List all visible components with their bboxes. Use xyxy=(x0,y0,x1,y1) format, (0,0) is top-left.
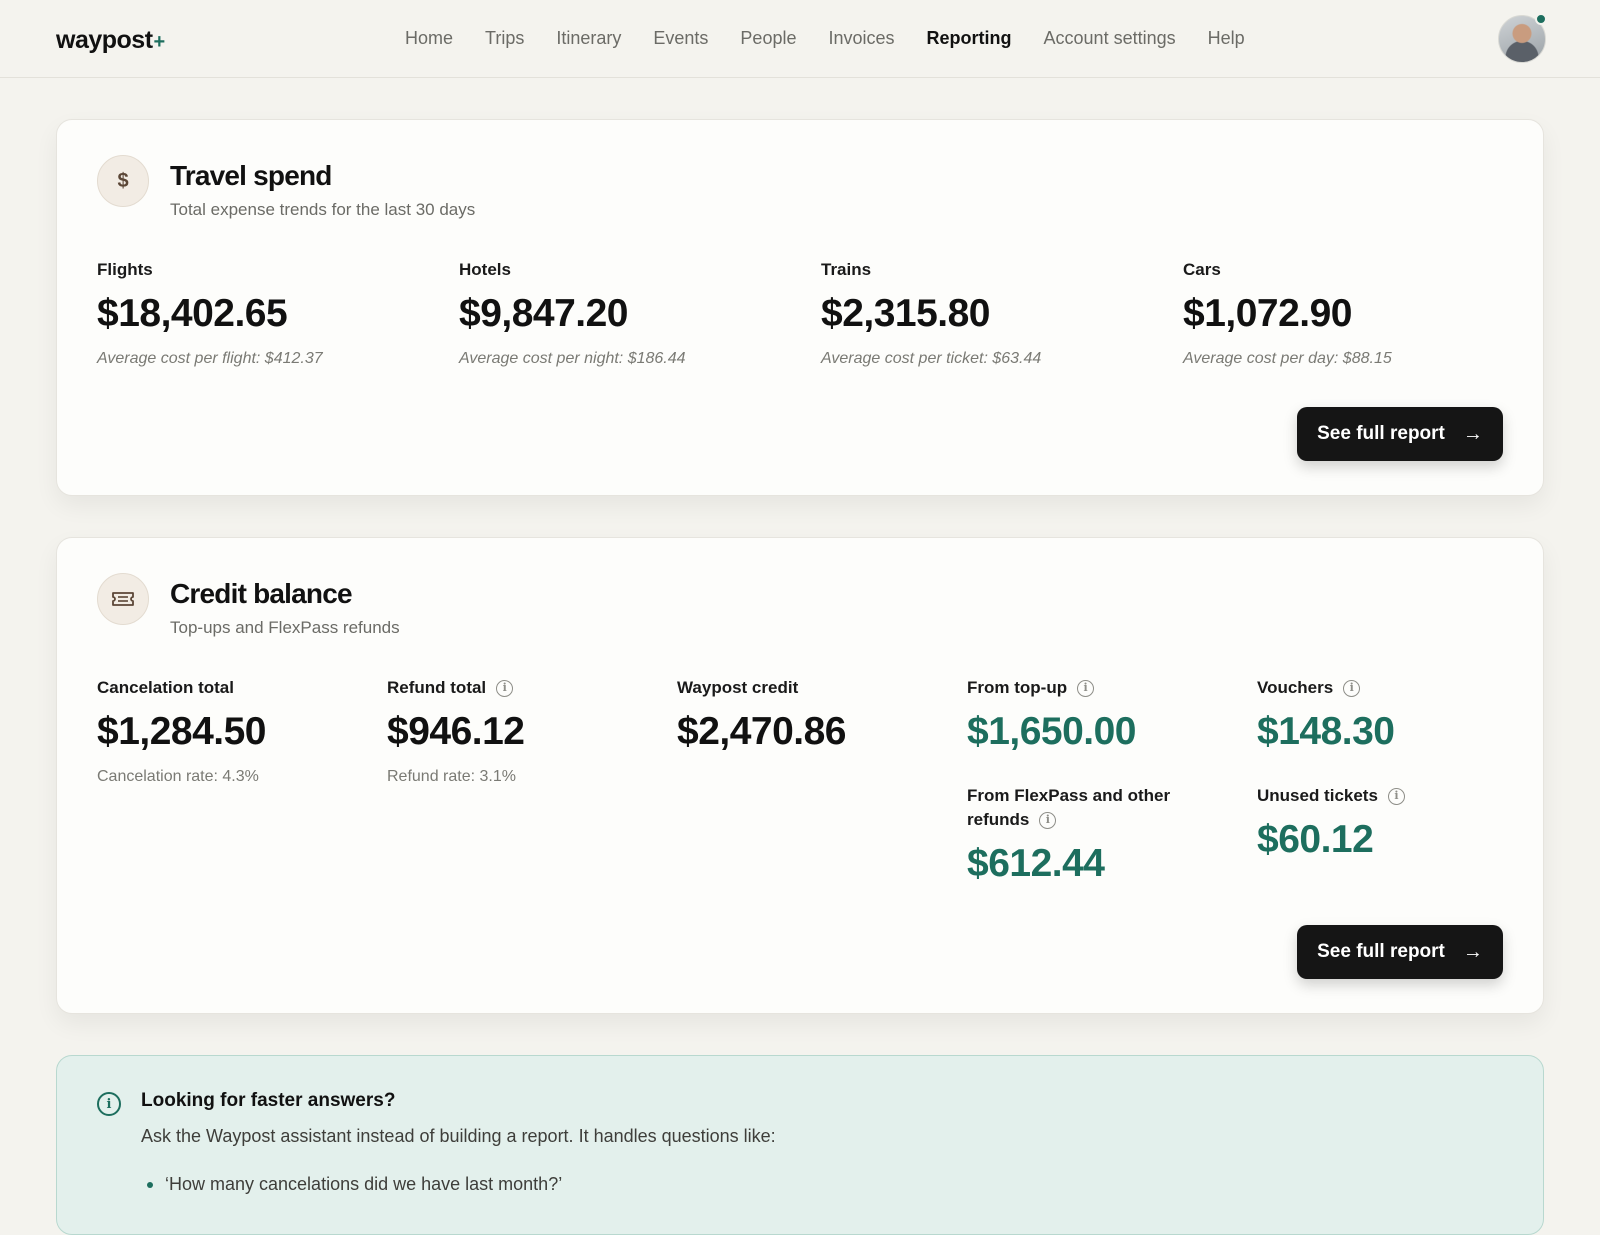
vouchers-metric: Vouchers i $148.30 xyxy=(1257,676,1395,756)
nav-events[interactable]: Events xyxy=(653,28,708,49)
credit-balance-card: Credit balance Top-ups and FlexPass refu… xyxy=(56,537,1544,1014)
unused-tickets-metric: Unused tickets i $60.12 xyxy=(1257,784,1405,864)
credit-balance-title: Credit balance xyxy=(170,578,353,609)
arrow-right-icon: → xyxy=(1462,422,1483,445)
metric-value: $1,072.90 xyxy=(1183,292,1353,335)
metric-value: $60.12 xyxy=(1257,818,1374,861)
metric-value: $1,650.00 xyxy=(967,710,1137,753)
metric-value: $148.30 xyxy=(1257,710,1395,753)
metric-label: Cancelation total xyxy=(97,678,234,697)
metric-note: Refund rate: 3.1% xyxy=(387,768,516,785)
metric-label: Waypost credit xyxy=(677,678,799,697)
metric-note: Average cost per night: $186.44 xyxy=(459,350,686,367)
hotels-metric: Hotels $9,847.20 Average cost per night:… xyxy=(459,258,686,368)
metric-label: From top-up xyxy=(967,678,1068,697)
metric-label: Refund total xyxy=(387,678,487,697)
metric-note: Average cost per ticket: $63.44 xyxy=(821,350,1042,367)
cars-metric: Cars $1,072.90 Average cost per day: $88… xyxy=(1183,258,1392,368)
flexpass-refunds-metric: From FlexPass and other refunds i $612.4… xyxy=(967,784,1170,888)
metric-note: Cancelation rate: 4.3% xyxy=(97,768,259,785)
nav-help[interactable]: Help xyxy=(1208,28,1245,49)
nav-reporting[interactable]: Reporting xyxy=(927,28,1012,49)
banner-title: Looking for faster answers? xyxy=(141,1090,396,1111)
metric-label: Cars xyxy=(1183,260,1221,279)
ticket-icon xyxy=(97,573,149,625)
metric-value: $2,470.86 xyxy=(677,710,847,753)
arrow-right-icon: → xyxy=(1462,940,1483,963)
waypost-logo[interactable]: waypost+ xyxy=(56,26,165,55)
metric-label: Trains xyxy=(821,260,872,279)
info-icon[interactable]: i xyxy=(1387,787,1405,805)
logo-plus: + xyxy=(153,31,166,53)
nav-account-settings[interactable]: Account settings xyxy=(1044,28,1176,49)
credit-balance-full-report-button[interactable]: See full report → xyxy=(1297,925,1503,979)
trains-metric: Trains $2,315.80 Average cost per ticket… xyxy=(821,258,1041,368)
flights-metric: Flights $18,402.65 Average cost per flig… xyxy=(97,258,323,368)
info-circle-icon: i xyxy=(97,1092,121,1116)
top-up-metric: From top-up i $1,650.00 xyxy=(967,676,1137,756)
travel-spend-card: $ Travel spend Total expense trends for … xyxy=(56,119,1544,496)
metric-value: $612.44 xyxy=(967,842,1105,885)
nav-home[interactable]: Home xyxy=(405,28,453,49)
metric-value: $1,284.50 xyxy=(97,710,267,753)
nav-itinerary[interactable]: Itinerary xyxy=(556,28,621,49)
info-icon[interactable]: i xyxy=(1343,679,1361,697)
metric-note: Average cost per day: $88.15 xyxy=(1183,350,1392,367)
metric-note: Average cost per flight: $412.37 xyxy=(97,350,323,367)
cancelation-metric: Cancelation total $1,284.50 Cancelation … xyxy=(97,676,267,786)
list-item[interactable]: ‘How many cancelations did we have last … xyxy=(147,1174,562,1195)
metric-label: Vouchers xyxy=(1257,678,1334,697)
banner-text: Ask the Waypost assistant instead of bui… xyxy=(141,1126,776,1146)
top-navigation: waypost+ Home Trips Itinerary Events Peo… xyxy=(0,0,1600,78)
travel-spend-subtitle: Total expense trends for the last 30 day… xyxy=(170,200,476,219)
metric-value: $9,847.20 xyxy=(459,292,629,335)
dollar-icon: $ xyxy=(97,155,149,207)
travel-spend-full-report-button[interactable]: See full report → xyxy=(1297,407,1503,461)
ticket-icon-svg xyxy=(112,592,134,606)
metric-value: $946.12 xyxy=(387,710,525,753)
nav-invoices[interactable]: Invoices xyxy=(828,28,894,49)
nav-people[interactable]: People xyxy=(740,28,796,49)
main-nav: Home Trips Itinerary Events People Invoi… xyxy=(405,28,1277,49)
credit-balance-subtitle: Top-ups and FlexPass refunds xyxy=(170,618,400,637)
metric-label: From FlexPass and other xyxy=(967,786,1171,805)
metric-value: $2,315.80 xyxy=(821,292,991,335)
metric-label: Unused tickets xyxy=(1257,786,1378,805)
travel-spend-title: Travel spend xyxy=(170,160,332,191)
refund-metric: Refund total i $946.12 Refund rate: 3.1% xyxy=(387,676,525,786)
metric-label-cont: refunds xyxy=(967,810,1030,829)
metric-label: Flights xyxy=(97,260,153,279)
example-questions-list: ‘How many cancelations did we have last … xyxy=(147,1174,562,1195)
assistant-info-banner: i Looking for faster answers? Ask the Wa… xyxy=(56,1055,1544,1235)
metric-label: Hotels xyxy=(459,260,511,279)
metric-value: $18,402.65 xyxy=(97,292,288,335)
info-icon[interactable]: i xyxy=(496,679,514,697)
info-icon[interactable]: i xyxy=(1077,679,1095,697)
nav-trips[interactable]: Trips xyxy=(485,28,524,49)
online-status-dot xyxy=(1535,13,1547,25)
info-icon[interactable]: i xyxy=(1039,811,1057,829)
waypost-credit-metric: Waypost credit $2,470.86 xyxy=(677,676,847,756)
